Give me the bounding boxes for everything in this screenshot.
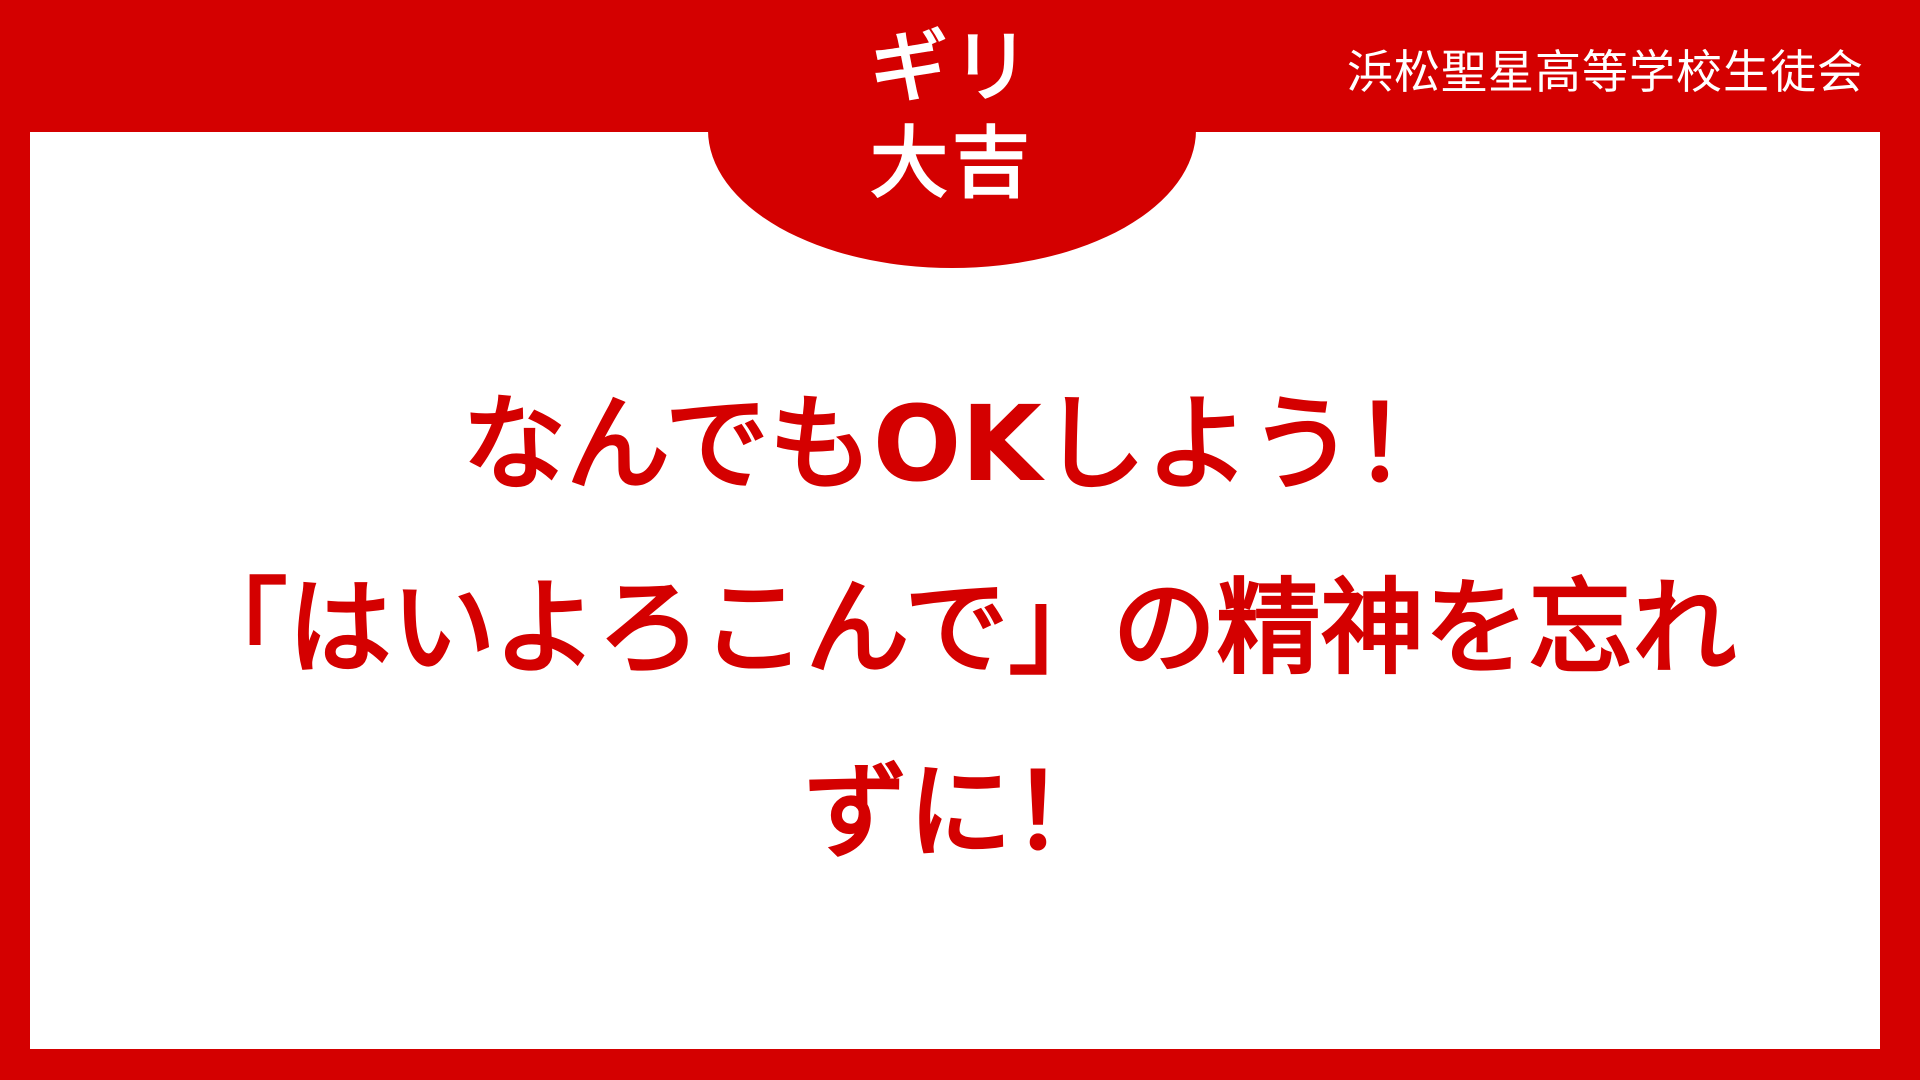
fortune-label-line2: 大吉 [869, 119, 1034, 209]
message-line-2: 「はいよろこんで」の精神を忘れ [183, 567, 1737, 689]
fortune-label-line1: ギリ [869, 23, 1034, 113]
fortune-message: なんでもOKしよう！ 「はいよろこんで」の精神を忘れ ずに！ [60, 352, 1860, 904]
message-line-1: なんでもOKしよう！ [462, 383, 1458, 505]
card-frame: ギリ 大吉 浜松聖星高等学校生徒会 なんでもOKしよう！ 「はいよろこんで」の精… [0, 0, 1920, 1080]
organization-name: 浜松聖星高等学校生徒会 [1347, 45, 1864, 99]
message-line-3: ずに！ [803, 751, 1116, 873]
fortune-label: ギリ 大吉 [708, 20, 1196, 212]
